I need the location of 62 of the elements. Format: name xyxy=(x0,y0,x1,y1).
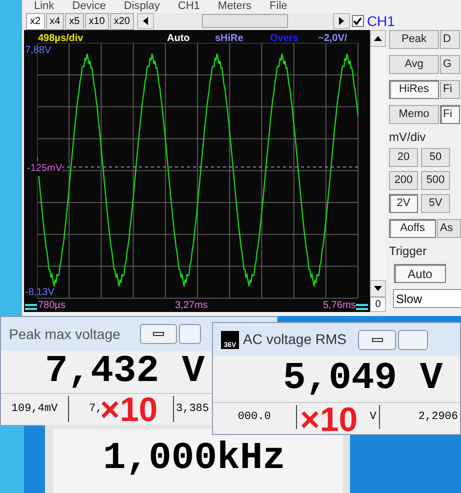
trigger-speed-field[interactable]: Slow xyxy=(393,289,461,308)
cursor-left-icon[interactable] xyxy=(25,304,37,310)
scroll-left-icon[interactable] xyxy=(136,13,154,29)
toggle-button[interactable]: 500 xyxy=(421,171,450,190)
zoom-button[interactable]: x4 xyxy=(46,12,64,30)
y-max-label: 7,88V xyxy=(25,44,52,58)
time-end-label: 5,76ms xyxy=(323,299,356,313)
zoom-button[interactable]: x5 xyxy=(65,12,84,30)
toggle-button[interactable]: Aoffs xyxy=(389,219,436,238)
toggle-button[interactable]: Fi xyxy=(440,105,460,124)
menu-item[interactable]: Device xyxy=(72,0,106,14)
toggle-button[interactable]: As xyxy=(437,219,461,238)
volts-div-title: mV/div xyxy=(389,130,427,144)
zoom-button[interactable]: x20 xyxy=(110,12,134,30)
time-center-label: 3,27ms xyxy=(175,299,208,313)
zoom-button[interactable]: x2 xyxy=(26,12,45,30)
handwritten-note: ×10 xyxy=(100,394,158,426)
y-marker-label: -125mV xyxy=(27,161,62,176)
timebase-label: 498µs/div xyxy=(38,32,84,46)
rms-voltage-value: 5,049 V xyxy=(282,356,444,402)
minimize-button[interactable] xyxy=(140,324,178,344)
maximize-button[interactable] xyxy=(398,330,428,350)
time-start-label: 780µs xyxy=(38,299,66,313)
toggle-button[interactable]: G xyxy=(440,55,460,74)
menu-item[interactable]: Display xyxy=(124,0,160,14)
channel-label: CH1 xyxy=(366,12,395,30)
toggle-button[interactable]: 200 xyxy=(389,171,418,190)
zoom-button[interactable]: x10 xyxy=(84,12,109,30)
cursor-right-icon[interactable] xyxy=(356,304,368,310)
scroll-thumb[interactable] xyxy=(202,14,288,28)
trigger-mode-label: Auto xyxy=(167,32,190,46)
toggle-button[interactable]: 5V xyxy=(421,194,450,213)
toggle-button[interactable]: 50 xyxy=(421,148,450,167)
offset-reading: 0 xyxy=(370,297,386,312)
menu-item[interactable]: File xyxy=(270,0,288,14)
reading-cell: 000.0 xyxy=(213,404,297,428)
trigger-title: Trigger xyxy=(389,244,428,258)
menu-item[interactable]: CH1 xyxy=(178,0,200,14)
maximize-button[interactable] xyxy=(179,324,202,344)
overs-label: Overs xyxy=(270,32,298,46)
toggle-button[interactable]: 2V xyxy=(389,194,418,213)
toggle-button[interactable]: HiRes xyxy=(389,80,439,99)
reading-cell: 109,4mV xyxy=(1,396,69,422)
toggle-button[interactable]: Peak xyxy=(389,30,439,49)
horizontal-scrollbar[interactable] xyxy=(136,13,350,29)
peak-voltage-value: 7,432 V xyxy=(44,351,206,393)
window-title: Peak max voltage xyxy=(9,324,120,344)
menu-item[interactable]: Link xyxy=(34,0,54,14)
toggle-button[interactable]: Auto xyxy=(394,264,446,283)
toggle-button[interactable]: 20 xyxy=(389,148,418,167)
toggle-button[interactable]: Memo xyxy=(389,105,439,124)
acquisition-label: sHiRe xyxy=(215,32,244,46)
toggle-button[interactable]: D xyxy=(440,30,460,49)
reading-cell-text: 2,2906 xyxy=(417,410,459,424)
toggle-button[interactable]: Fi xyxy=(440,80,460,99)
window-title: AC voltage RMS xyxy=(243,330,346,349)
minimize-button[interactable] xyxy=(358,330,396,350)
y-min-label: -8,13V xyxy=(25,286,54,300)
scroll-right-icon[interactable] xyxy=(332,13,350,29)
range-label: ~2,0V/ xyxy=(318,32,348,46)
menu-item[interactable]: Meters xyxy=(218,0,252,14)
toggle-button[interactable]: Avg xyxy=(389,55,439,74)
